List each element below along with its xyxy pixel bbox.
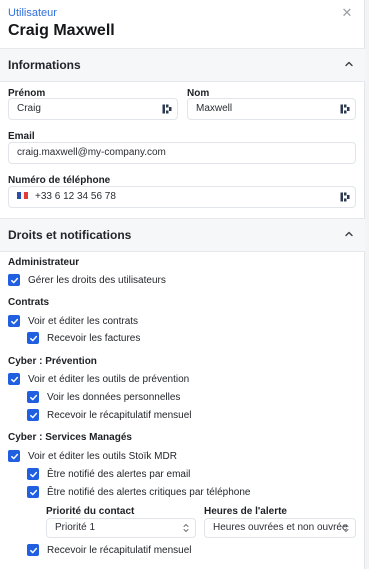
checkbox-label: Voir et éditer les outils de prévention xyxy=(28,373,190,385)
group-label-prevention: Cyber : Prévention xyxy=(8,356,97,367)
password-manager-icon[interactable] xyxy=(162,104,172,114)
checkmark-icon[interactable] xyxy=(8,450,20,462)
first-name-field[interactable]: Craig xyxy=(8,98,178,120)
scrollbar-track[interactable] xyxy=(365,0,369,569)
checkbox-edit-prevention-tools[interactable]: Voir et éditer les outils de prévention xyxy=(8,372,189,386)
checkmark-icon[interactable] xyxy=(8,315,20,327)
checkmark-icon[interactable] xyxy=(27,544,39,556)
checkbox-edit-contracts[interactable]: Voir et éditer les contrats xyxy=(8,314,138,328)
alert-hours-label: Heures de l'alerte xyxy=(204,506,287,517)
checkbox-monthly-recap-prevention[interactable]: Recevoir le récapitulatif mensuel xyxy=(27,408,192,422)
checkbox-label: Gérer les droits des utilisateurs xyxy=(28,274,166,286)
section-title: Informations xyxy=(8,58,81,72)
checkbox-label: Être notifié des alertes par email xyxy=(47,468,191,480)
password-manager-icon[interactable] xyxy=(340,104,350,114)
checkmark-icon[interactable] xyxy=(8,274,20,286)
checkbox-label: Voir et éditer les contrats xyxy=(28,315,139,327)
section-informations-header[interactable]: Informations xyxy=(0,48,365,82)
password-manager-icon[interactable] xyxy=(340,192,350,202)
entity-type-label: Utilisateur xyxy=(8,7,57,19)
checkmark-icon[interactable] xyxy=(27,468,39,480)
checkmark-icon[interactable] xyxy=(8,373,20,385)
close-icon[interactable]: ✕ xyxy=(340,6,354,20)
checkmark-icon[interactable] xyxy=(27,486,39,498)
checkbox-view-personal-data[interactable]: Voir les données personnelles xyxy=(27,390,180,404)
checkbox-label: Recevoir le récapitulatif mensuel xyxy=(47,409,192,421)
email-field[interactable]: craig.maxwell@my-company.com xyxy=(8,142,356,164)
france-flag-icon[interactable] xyxy=(17,191,28,199)
last-name-value: Maxwell xyxy=(196,103,233,114)
group-label-managed-services: Cyber : Services Managés xyxy=(8,432,132,443)
group-label-contracts: Contrats xyxy=(8,297,50,308)
priority-label: Priorité du contact xyxy=(46,506,135,517)
section-title: Droits et notifications xyxy=(8,228,132,242)
alert-hours-value: Heures ouvrées et non ouvrée xyxy=(213,522,348,533)
checkbox-monthly-recap-managed[interactable]: Recevoir le récapitulatif mensuel xyxy=(27,543,192,557)
alert-hours-select[interactable]: Heures ouvrées et non ouvrée xyxy=(204,518,356,538)
checkbox-email-alerts[interactable]: Être notifié des alertes par email xyxy=(27,467,190,481)
phone-value: +33 6 12 34 56 78 xyxy=(35,191,116,202)
phone-label: Numéro de téléphone xyxy=(8,175,111,186)
priority-value: Priorité 1 xyxy=(55,522,96,533)
checkmark-icon[interactable] xyxy=(27,332,39,344)
user-drawer: Utilisateur Craig Maxwell ✕ Informations… xyxy=(0,0,365,569)
checkbox-label: Être notifié des alertes critiques par t… xyxy=(47,486,251,498)
chevron-up-icon[interactable] xyxy=(343,228,355,240)
checkbox-label: Recevoir le récapitulatif mensuel xyxy=(47,544,192,556)
checkbox-label: Voir et éditer les outils Stoïk MDR xyxy=(28,450,177,462)
drawer-header: Utilisateur Craig Maxwell ✕ xyxy=(8,6,358,41)
page-title: Craig Maxwell xyxy=(8,22,115,39)
checkbox-phone-critical-alerts[interactable]: Être notifié des alertes critiques par t… xyxy=(27,485,250,499)
email-value: craig.maxwell@my-company.com xyxy=(17,147,166,158)
first-name-value: Craig xyxy=(17,103,41,114)
group-label-admin: Administrateur xyxy=(8,257,80,268)
checkmark-icon[interactable] xyxy=(27,409,39,421)
checkbox-label: Voir les données personnelles xyxy=(47,391,181,403)
section-rights-header[interactable]: Droits et notifications xyxy=(0,218,365,252)
checkmark-icon[interactable] xyxy=(27,391,39,403)
phone-field[interactable]: +33 6 12 34 56 78 xyxy=(8,186,356,208)
checkbox-manage-rights[interactable]: Gérer les droits des utilisateurs xyxy=(8,273,166,287)
chevron-up-icon[interactable] xyxy=(343,58,355,70)
email-label: Email xyxy=(8,131,35,142)
checkbox-receive-invoices[interactable]: Recevoir les factures xyxy=(27,331,140,345)
priority-select[interactable]: Priorité 1 xyxy=(46,518,196,538)
select-updown-icon xyxy=(343,524,349,532)
checkbox-edit-mdr-tools[interactable]: Voir et éditer les outils Stoïk MDR xyxy=(8,449,177,463)
checkbox-label: Recevoir les factures xyxy=(47,332,141,344)
last-name-field[interactable]: Maxwell xyxy=(187,98,356,120)
select-updown-icon xyxy=(183,524,189,532)
